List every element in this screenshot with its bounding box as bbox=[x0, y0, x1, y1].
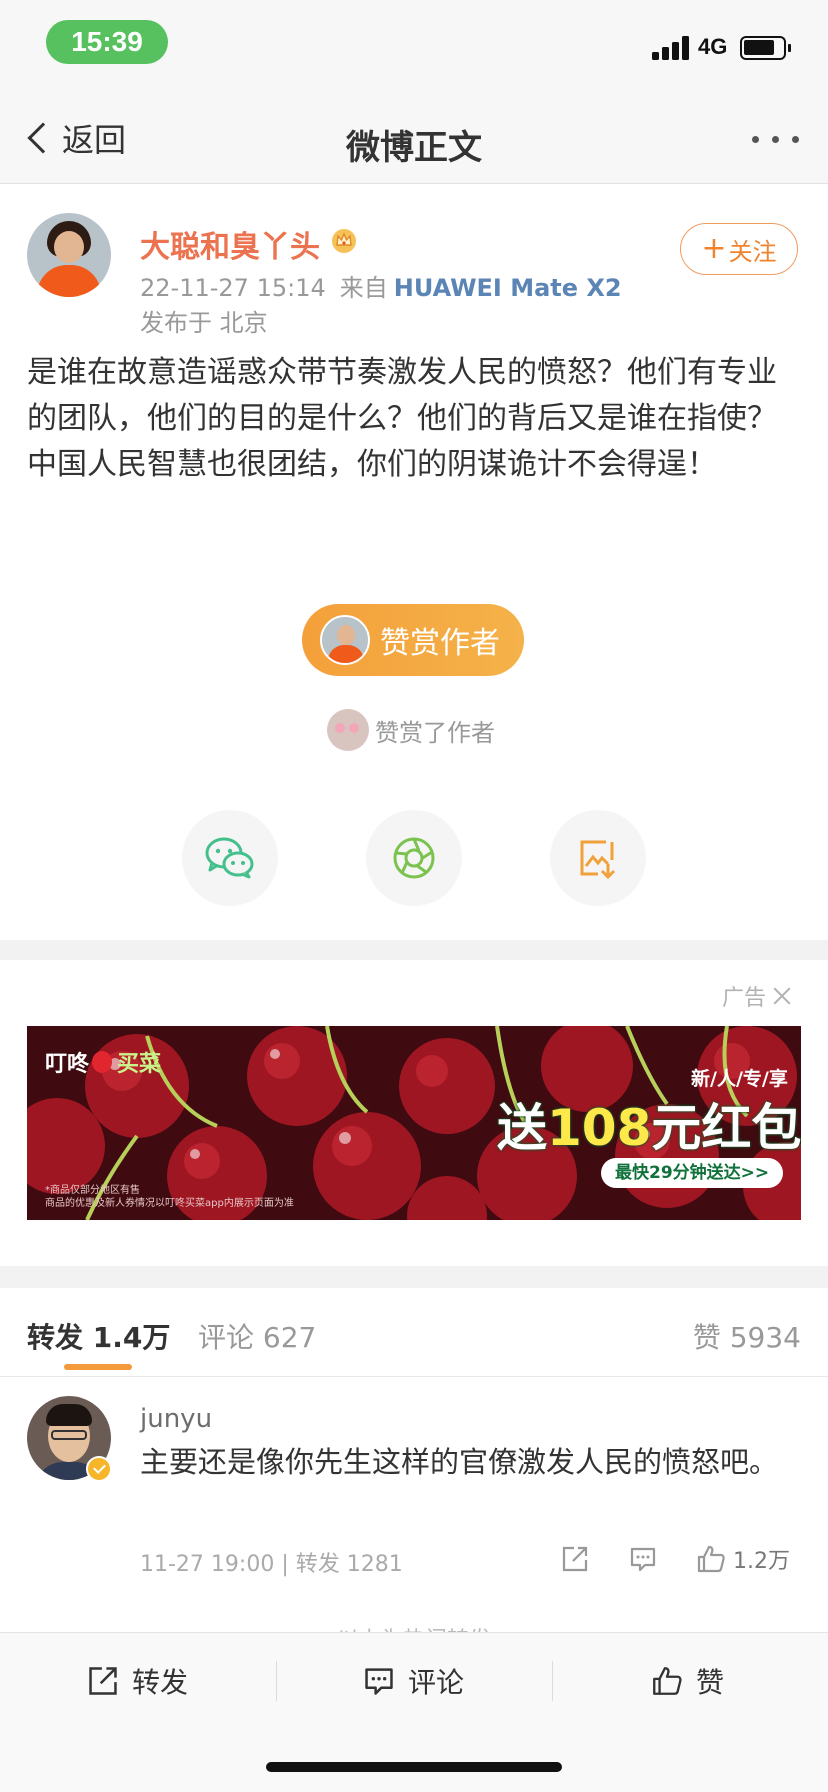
author-avatar[interactable] bbox=[27, 213, 111, 297]
author-avatar-small bbox=[320, 615, 370, 665]
ad-brand-text-1: 叮咚 bbox=[45, 1052, 90, 1077]
rewarder-avatar bbox=[327, 709, 369, 751]
author-name[interactable]: 大聪和臭丫头 bbox=[140, 222, 320, 266]
comment-icon bbox=[630, 1547, 656, 1572]
repost-icon bbox=[89, 1667, 117, 1695]
post-location: 发布于 北京 bbox=[140, 309, 268, 337]
thumbs-up-icon bbox=[653, 1667, 682, 1695]
repost-meta: 11-27 19:00 | 转发 1281 bbox=[140, 1552, 403, 1577]
save-image-icon bbox=[580, 840, 616, 880]
repost-like-button[interactable]: 1.2万 bbox=[695, 1542, 790, 1576]
post-meta: 22-11-27 15:14 来自 HUAWEI Mate X2 bbox=[140, 268, 622, 303]
ad-headline-num: 108 bbox=[547, 1099, 652, 1157]
tab-reposts-count: 1.4万 bbox=[92, 1321, 171, 1354]
source-prefix: 来自 bbox=[339, 274, 388, 302]
section-divider bbox=[0, 940, 828, 960]
reward-author-button[interactable]: 赞赏作者 bbox=[302, 604, 524, 676]
ad-label[interactable]: 广告 bbox=[722, 980, 792, 1012]
repost-text: 主要还是像你先生这样的官僚激发人民的愤怒吧。 bbox=[140, 1445, 779, 1479]
post-timestamp: 22-11-27 15:14 bbox=[140, 274, 326, 302]
verified-badge-icon bbox=[86, 1456, 112, 1482]
tab-reposts[interactable]: 转发 1.4万 bbox=[27, 1316, 170, 1356]
active-tab-indicator bbox=[64, 1364, 132, 1370]
toolbar-like-label: 赞 bbox=[696, 1666, 725, 1699]
signal-icon bbox=[652, 34, 692, 60]
toolbar-like-button[interactable]: 赞 bbox=[650, 1659, 724, 1703]
toolbar-divider bbox=[276, 1661, 277, 1701]
strawberry-icon bbox=[92, 1051, 113, 1073]
ad-headline-post: 元红包 bbox=[651, 1099, 801, 1157]
nav-bar: 返回 微博正文 bbox=[0, 92, 828, 184]
close-icon[interactable] bbox=[772, 986, 792, 1006]
tabs-divider bbox=[0, 1376, 828, 1377]
toolbar-divider bbox=[552, 1661, 553, 1701]
tab-likes[interactable]: 赞 5934 bbox=[693, 1316, 801, 1356]
tab-likes-label: 赞 bbox=[692, 1321, 721, 1354]
ad-cta[interactable]: 最快29分钟送达>> bbox=[601, 1158, 784, 1188]
reward-label: 赞赏作者 bbox=[380, 626, 500, 661]
ad-headline-pre: 送 bbox=[497, 1099, 547, 1157]
follow-label: 关注 bbox=[728, 237, 777, 266]
rewarded-text: 赞赏了作者 bbox=[375, 718, 495, 747]
post-body: 是谁在故意造谣惑众带节奏激发人民的愤怒？他们有专业的团队，他们的目的是什么？他们… bbox=[27, 355, 777, 482]
tab-comments-count: 627 bbox=[262, 1321, 317, 1354]
toolbar-comment-label: 评论 bbox=[408, 1666, 465, 1699]
repost-icon bbox=[562, 1546, 588, 1572]
device-link[interactable]: HUAWEI Mate X2 bbox=[394, 274, 622, 302]
moments-aperture-icon bbox=[393, 837, 435, 879]
tab-comments-label: 评论 bbox=[198, 1321, 255, 1354]
crown-badge-icon bbox=[332, 229, 356, 253]
network-label: 4G bbox=[698, 34, 728, 59]
ad-fine-print-2: 商品的优惠及新人券情况以叮咚买菜app内展示页面为准 bbox=[45, 1198, 294, 1209]
share-wechat-button[interactable] bbox=[182, 810, 278, 906]
repost-share-button[interactable] bbox=[560, 1542, 590, 1576]
status-time: 15:39 bbox=[46, 20, 168, 64]
comment-icon bbox=[365, 1668, 393, 1695]
rewarded-row[interactable]: 赞赏了作者 bbox=[327, 709, 495, 751]
ad-brand: 叮咚 买菜 bbox=[45, 1046, 161, 1078]
follow-button[interactable]: + 关注 bbox=[680, 223, 798, 275]
ad-fine-print-1: *商品仅部分地区有售 bbox=[45, 1185, 140, 1196]
tab-reposts-label: 转发 bbox=[27, 1321, 84, 1354]
share-moments-button[interactable] bbox=[366, 810, 462, 906]
ad-fine-print: *商品仅部分地区有售 商品的优惠及新人券情况以叮咚买菜app内展示页面为准 bbox=[45, 1184, 405, 1210]
toolbar-repost-label: 转发 bbox=[132, 1666, 189, 1699]
ad-label-text: 广告 bbox=[722, 986, 767, 1011]
ad-tag: 新/人/专/享 bbox=[691, 1068, 788, 1090]
repost-username[interactable]: junyu bbox=[140, 1404, 212, 1434]
home-indicator[interactable] bbox=[266, 1762, 562, 1772]
page-title: 微博正文 bbox=[346, 128, 482, 168]
thumbs-up-icon bbox=[697, 1545, 725, 1573]
plus-icon: + bbox=[701, 231, 727, 266]
battery-icon bbox=[740, 36, 791, 60]
ad-banner[interactable]: 叮咚 买菜 新/人/专/享 送108元红包 最快29分钟送达>> *商品仅部分地… bbox=[27, 1026, 801, 1220]
ad-headline: 送108元红包 bbox=[497, 1088, 801, 1160]
wechat-icon bbox=[205, 837, 254, 879]
toolbar-comment-button[interactable]: 评论 bbox=[362, 1659, 464, 1703]
more-icon[interactable] bbox=[752, 136, 802, 144]
save-image-button[interactable] bbox=[550, 810, 646, 906]
status-bar: 15:39 4G bbox=[0, 0, 828, 92]
tab-likes-count: 5934 bbox=[729, 1321, 801, 1354]
tab-comments[interactable]: 评论 627 bbox=[198, 1316, 316, 1356]
repost-like-count: 1.2万 bbox=[733, 1549, 790, 1574]
toolbar-repost-button[interactable]: 转发 bbox=[86, 1659, 188, 1703]
repost-comment-button[interactable] bbox=[628, 1542, 658, 1576]
ad-brand-text-2: 买菜 bbox=[117, 1052, 162, 1077]
section-divider bbox=[0, 1266, 828, 1288]
